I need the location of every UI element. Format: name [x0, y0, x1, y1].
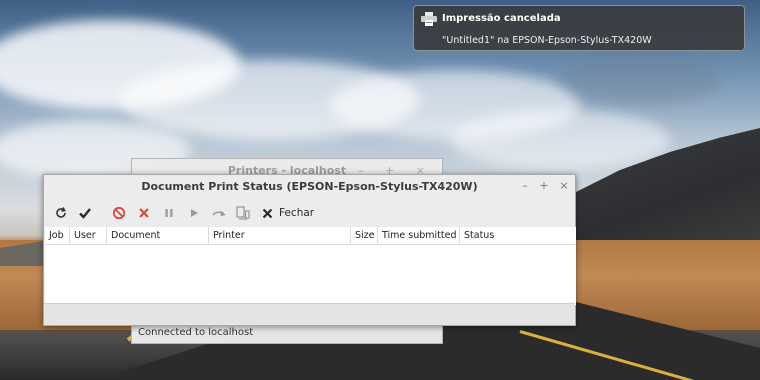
move-job-button[interactable]	[234, 204, 252, 222]
reprint-job-button[interactable]	[210, 204, 228, 222]
delete-job-button[interactable]	[135, 204, 153, 222]
window-title: Document Print Status (EPSON-Epson-Stylu…	[141, 180, 478, 193]
column-header-user[interactable]: User	[70, 227, 107, 245]
close-icon	[262, 208, 273, 218]
cancel-job-button[interactable]	[110, 204, 128, 222]
notification-title: Impressão cancelada	[442, 13, 561, 24]
play-icon	[191, 209, 198, 217]
printer-icon	[421, 12, 437, 26]
close-window-button[interactable]: ×	[557, 179, 571, 193]
column-header-printer[interactable]: Printer	[209, 227, 351, 245]
cancel-icon	[112, 206, 126, 220]
column-header-job[interactable]: Job	[45, 227, 70, 245]
maximize-button[interactable]: +	[537, 179, 551, 193]
column-header-time-submitted[interactable]: Time submitted	[378, 227, 460, 245]
jobs-table[interactable]: Job User Document Printer Size Time subm…	[45, 227, 576, 305]
column-header-status[interactable]: Status	[460, 227, 576, 245]
notification-popup[interactable]: Impressão cancelada "Untitled1" na EPSON…	[413, 5, 745, 51]
toolbar: Fechar	[44, 199, 575, 227]
status-bar	[44, 303, 575, 325]
notification-body: "Untitled1" na EPSON-Epson-Stylus-TX420W	[442, 35, 652, 46]
pause-icon	[165, 209, 173, 217]
minimize-button[interactable]: –	[518, 179, 532, 193]
hold-job-button[interactable]	[160, 204, 178, 222]
connection-status: Connected to localhost	[138, 327, 254, 338]
column-header-size[interactable]: Size	[351, 227, 378, 245]
close-button[interactable]: Fechar	[262, 204, 314, 222]
delete-icon	[139, 208, 149, 218]
table-header: Job User Document Printer Size Time subm…	[45, 227, 576, 245]
print-status-window[interactable]: Document Print Status (EPSON-Epson-Stylu…	[43, 174, 576, 326]
column-header-document[interactable]: Document	[107, 227, 209, 245]
refresh-icon	[56, 207, 66, 218]
close-button-label: Fechar	[279, 207, 315, 219]
move-job-icon	[236, 206, 250, 220]
release-job-button[interactable]	[185, 204, 203, 222]
checkmark-icon	[79, 208, 91, 219]
refresh-button[interactable]	[52, 204, 70, 222]
mark-complete-button[interactable]	[76, 204, 94, 222]
redo-icon	[212, 210, 226, 217]
